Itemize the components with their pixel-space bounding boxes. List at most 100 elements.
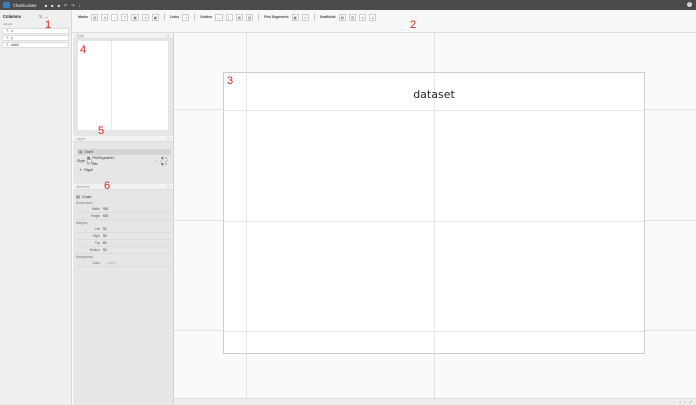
editor-side-panel: Glyph ▭ Glyph + ⌕ ⌕ ⤢ Layers ▭ ▤ Chart ▦…: [73, 33, 174, 405]
undo-icon[interactable]: ↶: [64, 3, 67, 8]
toolbar: Marks ▥ ⊙ ∕ T ▦ ↗ ▣ Links ⤳ Guides — │ ▤…: [72, 10, 696, 33]
glyph-icon: ✦: [79, 168, 82, 172]
horizontal-scaffold-button[interactable]: ▤: [338, 13, 346, 21]
glyph-panel-title: Glyph: [76, 33, 85, 38]
visibility-icon[interactable]: ◉ ≡: [161, 156, 167, 160]
annotation-1: 1: [45, 19, 52, 31]
region-plot-segment-button[interactable]: ▦: [291, 13, 299, 21]
guides-label: Guides: [200, 15, 213, 19]
app-bar: Charticulator ■ ■ ■ ↶ ↷ ↓ ?: [0, 0, 696, 10]
attr-label: Height: [90, 214, 100, 218]
annotation-3: 3: [227, 75, 234, 87]
attr-margin-bottom-input[interactable]: 50: [103, 248, 107, 252]
attr-height-input[interactable]: 600: [103, 214, 108, 218]
attr-width-input[interactable]: 900: [103, 207, 108, 211]
columns-title: Columns: [3, 13, 21, 19]
layers-panel-header: Layers ▭: [73, 136, 173, 142]
attr-label: Bottom: [89, 248, 100, 252]
sort-columns-icon[interactable]: ⇅: [39, 14, 42, 19]
guide-x-button[interactable]: —: [215, 13, 223, 21]
canvas-zoom-tools[interactable]: ⌕ ⌕ ⤢: [679, 399, 693, 405]
chart-guide-line: [224, 221, 644, 222]
chart-guide-line: [434, 73, 435, 353]
chart-guide-line: [246, 73, 247, 353]
attr-row-width: Width 900: [76, 206, 171, 213]
attr-margin-left-input[interactable]: 50: [103, 227, 107, 231]
icon-mark-button[interactable]: ▦: [131, 13, 139, 21]
column-label: y: [10, 36, 13, 40]
toolbar-divider: [258, 13, 260, 21]
line-mark-button[interactable]: ∕: [111, 13, 119, 21]
line-plot-segment-button[interactable]: ∿: [301, 13, 309, 21]
visibility-icon[interactable]: ◉ ≡: [161, 162, 167, 166]
chart-title-text[interactable]: dataset: [224, 88, 644, 101]
chart-icon: ▤: [79, 150, 83, 154]
curve-scaffold-button[interactable]: ∠: [369, 13, 377, 21]
attributes-chart-label: Chart: [81, 193, 92, 199]
annotation-2: 2: [410, 19, 417, 31]
annotation-6: 6: [104, 180, 111, 192]
links-label: Links: [170, 15, 180, 19]
attr-label: Right: [92, 234, 100, 238]
attr-label: Left: [94, 227, 100, 231]
toolbar-divider: [313, 13, 315, 21]
collapse-columns-icon[interactable]: —: [44, 14, 48, 19]
column-label: width: [10, 43, 20, 47]
dataset-label: default: [3, 22, 13, 26]
toolbar-divider: [194, 13, 196, 21]
attributes-body: ▤ Chart Dimensions Width 900 Height 600 …: [76, 192, 171, 267]
attr-row-right: Right 50: [76, 233, 171, 240]
vertical-scaffold-button[interactable]: ▥: [348, 13, 357, 21]
link-button[interactable]: ⤳: [182, 13, 190, 21]
chart-frame[interactable]: dataset: [223, 72, 645, 354]
symbol-mark-button[interactable]: ⊙: [101, 13, 109, 21]
pencil-icon: ✎: [6, 29, 9, 33]
attr-background-color-input[interactable]: (none): [107, 261, 116, 265]
column-item-width[interactable]: ✎ width: [2, 42, 69, 48]
scaffolds-label: Scaffolds: [319, 15, 336, 19]
toolbar-divider: [164, 13, 166, 21]
save-file-icon[interactable]: ■: [58, 3, 60, 8]
rect-mark-button[interactable]: ▥: [91, 13, 99, 21]
text-mark-button[interactable]: T: [121, 13, 129, 21]
chart-guide-line: [224, 331, 644, 332]
pencil-icon: ✎: [6, 36, 9, 40]
pencil-icon: ✎: [6, 43, 9, 47]
glyph-panel-header: Glyph ▭: [73, 33, 173, 39]
new-file-icon[interactable]: ■: [45, 3, 47, 8]
attributes-panel: Attributes ▭: [73, 184, 173, 190]
attr-margin-right-input[interactable]: 50: [103, 234, 107, 238]
column-item-y[interactable]: ✎ y: [2, 35, 69, 41]
guide-y-button[interactable]: │: [225, 13, 233, 21]
app-menu-icons: ■ ■ ■ ↶ ↷ ↓: [45, 3, 81, 8]
canvas-footer: ⌕ ⌕ ⤢: [174, 398, 696, 405]
layers-panel-title: Layers: [76, 136, 86, 141]
guide-coordinator-y-button[interactable]: ▥: [245, 13, 254, 21]
polar-scaffold-button[interactable]: ◎: [359, 13, 367, 21]
layer-label: Glyph: [83, 168, 94, 172]
attr-label: Top: [94, 241, 100, 245]
panel-dock-icon[interactable]: ▭: [167, 34, 170, 38]
open-file-icon[interactable]: ■: [51, 3, 53, 8]
image-mark-button[interactable]: ▣: [151, 13, 160, 21]
glyph-editor-canvas[interactable]: [77, 40, 169, 131]
attr-margin-top-input[interactable]: 80: [103, 241, 107, 245]
layer-item-glyph[interactable]: ✦ Glyph: [77, 167, 171, 173]
plot-segment-icon: ▦: [87, 156, 91, 160]
attr-row-left: Left 50: [76, 226, 171, 233]
annotation-5: 5: [98, 125, 105, 137]
attr-label: Width: [91, 207, 100, 211]
attributes-chart-heading: ▤ Chart: [76, 192, 171, 200]
plot-segments-label: Plot Segments: [264, 15, 289, 19]
attr-row-height: Height 600: [76, 213, 171, 220]
panel-dock-icon[interactable]: ▭: [167, 137, 170, 141]
column-item-x[interactable]: ✎ x: [2, 28, 69, 34]
attr-label: Color: [92, 261, 100, 265]
redo-icon[interactable]: ↷: [71, 3, 74, 8]
export-icon[interactable]: ↓: [79, 3, 81, 8]
app-title: Charticulator: [13, 2, 37, 8]
help-icon[interactable]: ?: [687, 2, 692, 7]
guide-coordinator-x-button[interactable]: ▤: [235, 13, 243, 21]
data-axis-button[interactable]: ↗: [141, 13, 149, 21]
panel-dock-icon[interactable]: ▭: [167, 185, 170, 189]
